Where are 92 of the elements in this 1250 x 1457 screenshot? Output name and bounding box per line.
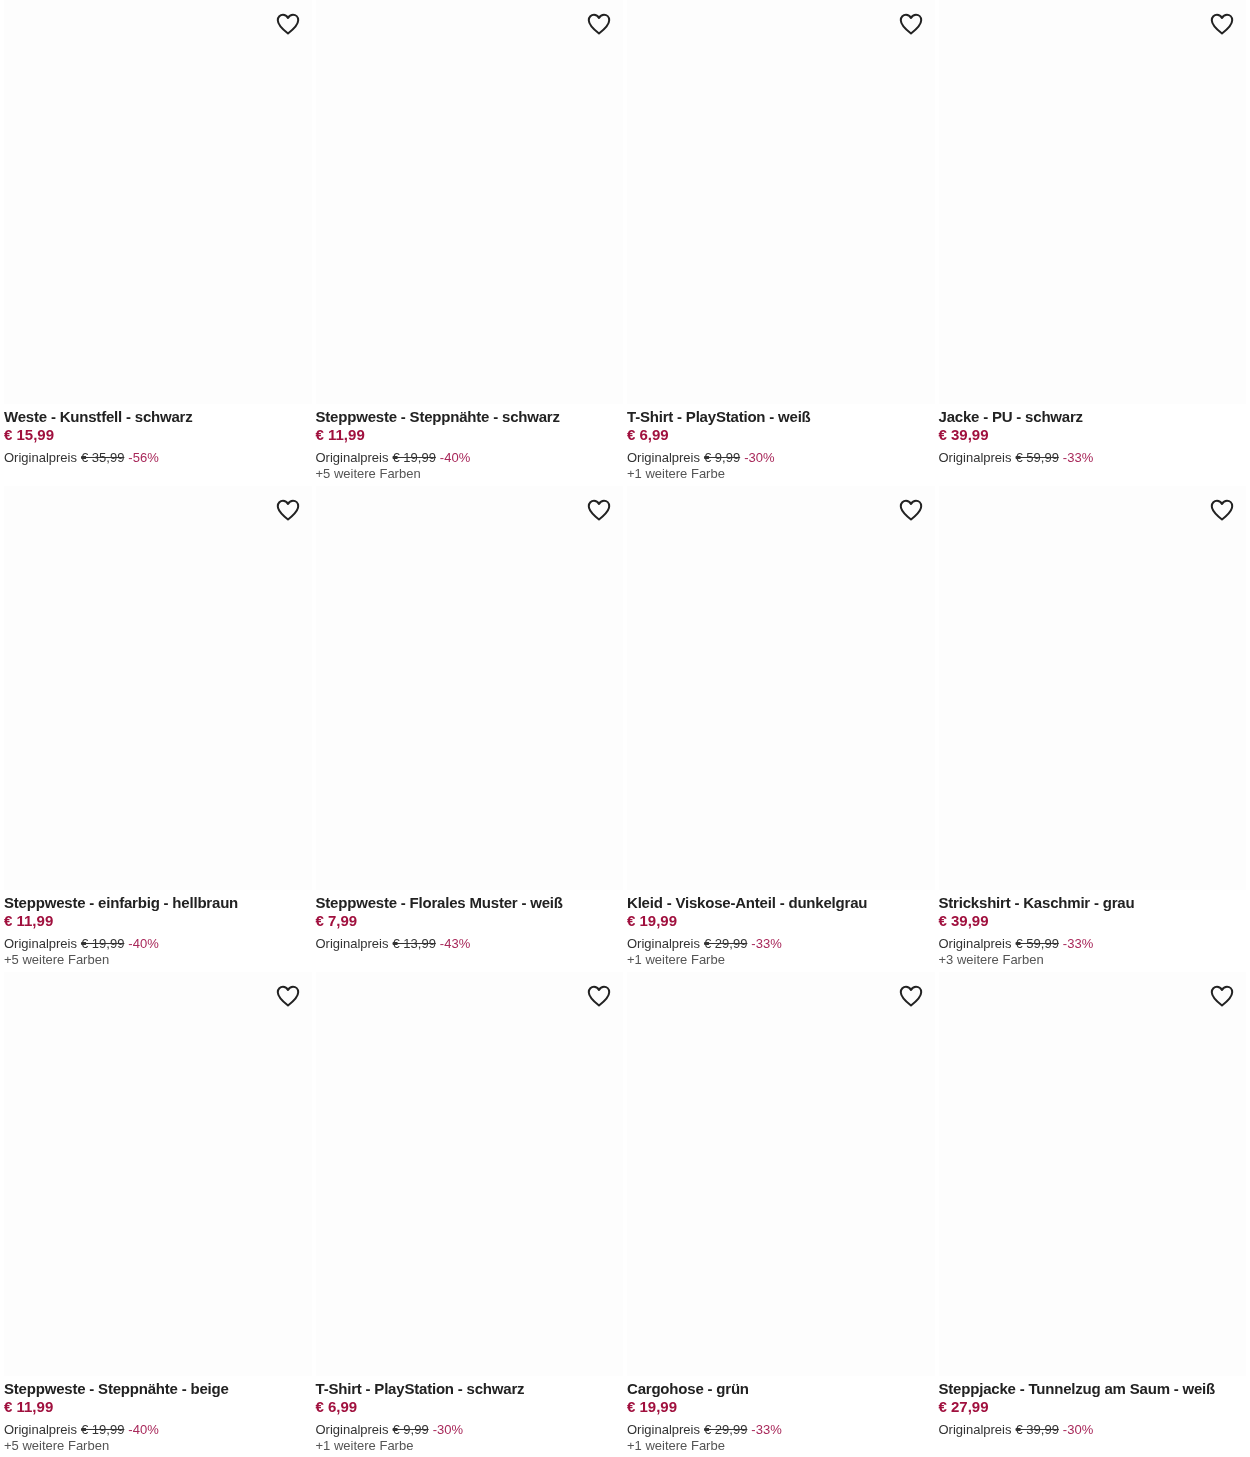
original-price-label: Originalpreis [315, 1422, 389, 1438]
original-price-label: Originalpreis [938, 936, 1012, 952]
favorite-button[interactable] [898, 985, 923, 1007]
product-price: € 19,99 [627, 912, 679, 930]
product-title[interactable]: Steppjacke - Tunnelzug am Saum - weiß [938, 1380, 1246, 1398]
heart-icon [275, 499, 300, 521]
more-colors[interactable]: +1 weitere Farbe [627, 952, 935, 968]
heart-icon [898, 13, 923, 35]
discount: -56% [128, 450, 159, 466]
product-price: € 27,99 [938, 1398, 990, 1416]
product-price: € 39,99 [938, 426, 990, 444]
more-colors[interactable]: +1 weitere Farbe [627, 1438, 935, 1454]
product-title[interactable]: Jacke - PU - schwarz [938, 408, 1246, 426]
favorite-button[interactable] [898, 13, 923, 35]
original-price-label: Originalpreis [627, 936, 700, 952]
original-price: € 19,99 [392, 450, 436, 466]
product-title[interactable]: Steppweste - Steppnähte - schwarz [315, 408, 623, 426]
original-price: € 39,99 [1015, 1422, 1059, 1438]
favorite-button[interactable] [275, 985, 300, 1007]
discount: -33% [1062, 450, 1094, 466]
discount: -33% [751, 936, 782, 952]
product-price: € 11,99 [4, 1398, 55, 1416]
heart-icon [898, 985, 923, 1007]
original-price-label: Originalpreis [4, 936, 77, 952]
original-price: € 59,99 [1015, 936, 1059, 952]
favorite-button[interactable] [1210, 13, 1234, 35]
original-price: € 13,99 [392, 936, 436, 952]
original-price: € 29,99 [704, 936, 748, 952]
product-price: € 11,99 [315, 426, 366, 444]
discount: -30% [432, 1422, 463, 1438]
heart-icon [275, 985, 300, 1007]
product-title[interactable]: Strickshirt - Kaschmir - grau [938, 894, 1246, 912]
more-colors[interactable]: +1 weitere Farbe [627, 466, 935, 482]
heart-icon [1210, 985, 1234, 1007]
discount: -33% [751, 1422, 782, 1438]
product-price: € 11,99 [4, 912, 55, 930]
original-price: € 9,99 [392, 1422, 429, 1438]
more-colors[interactable]: +3 weitere Farben [938, 952, 1246, 968]
heart-icon [275, 13, 300, 35]
heart-icon [1210, 499, 1234, 521]
product-title[interactable]: Steppweste - Florales Muster - weiß [315, 894, 623, 912]
original-price-label: Originalpreis [938, 1422, 1012, 1438]
original-price-label: Originalpreis [315, 936, 389, 952]
favorite-button[interactable] [275, 499, 300, 521]
favorite-button[interactable] [1210, 499, 1234, 521]
product-price: € 19,99 [627, 1398, 679, 1416]
original-price: € 59,99 [1015, 450, 1059, 466]
discount: -40% [128, 1422, 159, 1438]
product-title[interactable]: T-Shirt - PlayStation - schwarz [315, 1380, 623, 1398]
discount: -40% [439, 450, 471, 466]
product-title[interactable]: Steppweste - einfarbig - hellbraun [4, 894, 312, 912]
original-price: € 29,99 [704, 1422, 748, 1438]
product-price: € 39,99 [938, 912, 990, 930]
original-price-label: Originalpreis [627, 450, 700, 466]
heart-icon [898, 499, 923, 521]
product-title[interactable]: Kleid - Viskose-Anteil - dunkelgrau [627, 894, 935, 912]
product-price: € 6,99 [315, 1398, 359, 1416]
discount: -30% [744, 450, 775, 466]
original-price: € 19,99 [81, 1422, 125, 1438]
more-colors[interactable]: +5 weitere Farben [4, 1438, 312, 1454]
favorite-button[interactable] [587, 499, 611, 521]
product-title[interactable]: Cargohose - grün [627, 1380, 935, 1398]
original-price: € 9,99 [704, 450, 741, 466]
discount: -40% [128, 936, 159, 952]
favorite-button[interactable] [587, 985, 611, 1007]
product-title[interactable]: Steppweste - Steppnähte - beige [4, 1380, 312, 1398]
original-price-label: Originalpreis [315, 450, 389, 466]
discount: -30% [1062, 1422, 1094, 1438]
favorite-button[interactable] [1210, 985, 1234, 1007]
original-price-label: Originalpreis [4, 1422, 77, 1438]
product-price: € 6,99 [627, 426, 670, 444]
original-price-label: Originalpreis [4, 450, 77, 466]
more-colors[interactable]: +1 weitere Farbe [315, 1438, 623, 1454]
favorite-button[interactable] [587, 13, 611, 35]
favorite-button[interactable] [898, 499, 923, 521]
discount: -43% [439, 936, 471, 952]
heart-icon [587, 499, 611, 521]
favorite-button[interactable] [275, 13, 300, 35]
original-price-label: Originalpreis [938, 450, 1012, 466]
heart-icon [587, 13, 611, 35]
product-price: € 7,99 [315, 912, 359, 930]
discount: -33% [1062, 936, 1094, 952]
product-price: € 15,99 [4, 426, 56, 444]
original-price: € 35,99 [81, 450, 125, 466]
heart-icon [587, 985, 611, 1007]
original-price-label: Originalpreis [627, 1422, 700, 1438]
more-colors[interactable]: +5 weitere Farben [315, 466, 623, 482]
more-colors[interactable]: +5 weitere Farben [4, 952, 312, 968]
product-title[interactable]: Weste - Kunstfell - schwarz [4, 408, 312, 426]
heart-icon [1210, 13, 1234, 35]
product-title[interactable]: T-Shirt - PlayStation - weiß [627, 408, 935, 426]
original-price: € 19,99 [81, 936, 125, 952]
